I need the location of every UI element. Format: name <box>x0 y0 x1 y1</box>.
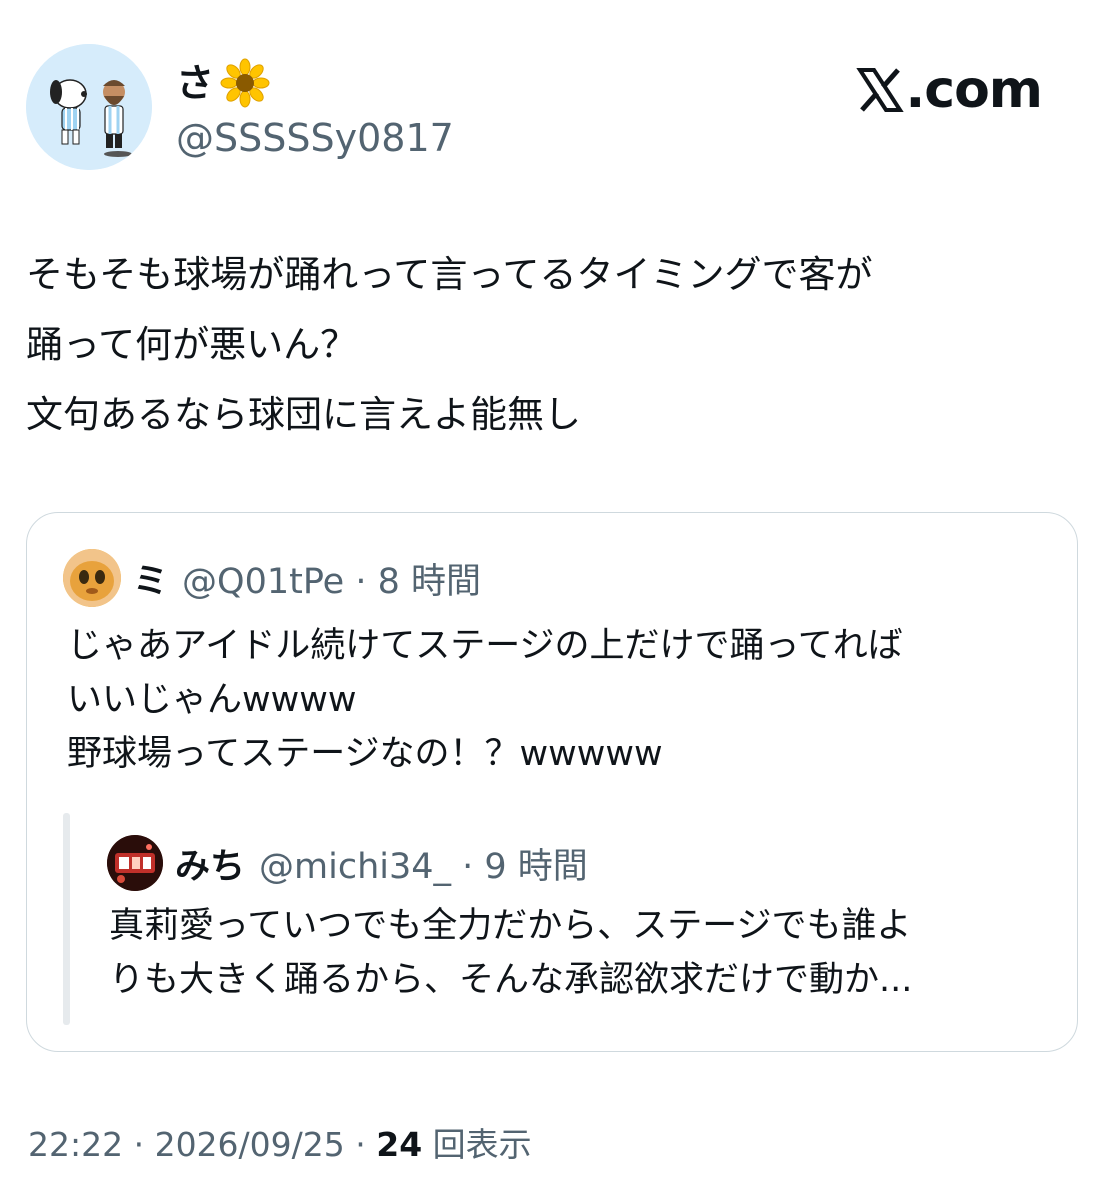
quoted-handle-time[interactable]: @Q01tPe · 8 時間 <box>182 553 481 604</box>
quoted-tweet-text: じゃあアイドル続けてステージの上だけで踊ってれば いいじゃんwwww 野球場って… <box>67 626 903 774</box>
nested-handle-time[interactable]: @michi34_ · 9 時間 <box>259 838 588 889</box>
mascot-avatar-icon <box>63 549 121 607</box>
sunflower-icon <box>220 58 270 108</box>
author-handle[interactable]: @SSSSSy0817 <box>176 116 454 160</box>
profile-avatar-image <box>26 44 152 170</box>
tweet-meta: 22:22 · 2026/09/25 · 24 回表示 <box>28 1120 532 1170</box>
nested-quote-header: みち @michi34_ · 9 時間 <box>107 835 588 891</box>
quoted-tweet-card[interactable]: ミ @Q01tPe · 8 時間 じゃあアイドル続けてステージの上だけで踊ってれ… <box>26 512 1078 1052</box>
michi-avatar-icon <box>107 835 163 891</box>
nested-avatar <box>107 835 163 891</box>
quoted-avatar <box>63 549 121 607</box>
nested-quote-text: 真莉愛っていつでも全力だから、ステージでも誰よ りも大きく踊るから、そんな承認欲… <box>109 906 913 1000</box>
tweet-header: さ @SSSSSy0817 .com <box>26 44 1086 174</box>
nested-quote-bar <box>63 813 70 1025</box>
x-logo-icon <box>855 68 904 112</box>
nested-display-name[interactable]: みち <box>175 838 245 889</box>
x-brand-text: .com <box>905 60 1043 120</box>
view-count: 24 <box>376 1125 423 1164</box>
quoted-tweet-header: ミ @Q01tPe · 8 時間 <box>63 549 481 607</box>
tweet-text: そもそも球場が踊れって言ってるタイミングで客が 踊って何が悪いん？ 文句あるなら… <box>26 253 873 436</box>
author-name-row[interactable]: さ <box>176 58 270 108</box>
quoted-display-name[interactable]: ミ <box>133 553 168 604</box>
author-display-name[interactable]: さ <box>176 61 214 105</box>
tweet-timestamp[interactable]: 22:22 · 2026/09/25 · <box>28 1125 376 1164</box>
profile-avatar[interactable] <box>26 44 152 170</box>
views-label: 回表示 <box>422 1125 532 1164</box>
x-brand: .com <box>855 60 1043 120</box>
